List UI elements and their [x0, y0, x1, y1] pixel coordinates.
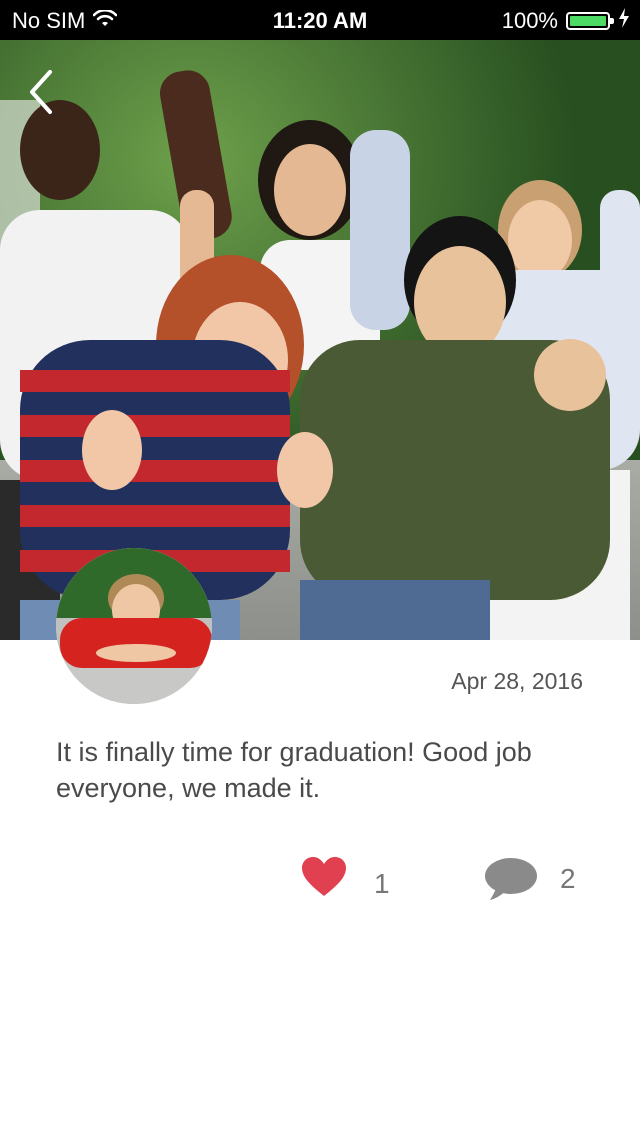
- battery-fill: [570, 16, 606, 26]
- post-date: Apr 28, 2016: [451, 668, 583, 694]
- post-photo: [0, 40, 640, 640]
- post-text: It is finally time for graduation! Good …: [56, 737, 532, 803]
- comment-count: 2: [560, 862, 576, 894]
- charging-bolt-icon: [618, 8, 630, 34]
- battery-icon: [566, 12, 614, 30]
- heart-icon: [300, 856, 348, 903]
- comment-button[interactable]: 2: [484, 856, 576, 907]
- group-photo-illustration: [0, 40, 640, 640]
- avatar-photo: [56, 548, 212, 704]
- status-bar: No SIM 11:20 AM 100%: [0, 0, 640, 40]
- back-button[interactable]: [24, 64, 64, 112]
- comment-bubble-icon: [484, 856, 538, 907]
- author-avatar[interactable]: [56, 548, 212, 704]
- like-button[interactable]: 1: [300, 856, 390, 903]
- status-right: 100%: [502, 8, 630, 34]
- like-count: 1: [374, 867, 390, 899]
- battery-percent: 100%: [501, 8, 558, 33]
